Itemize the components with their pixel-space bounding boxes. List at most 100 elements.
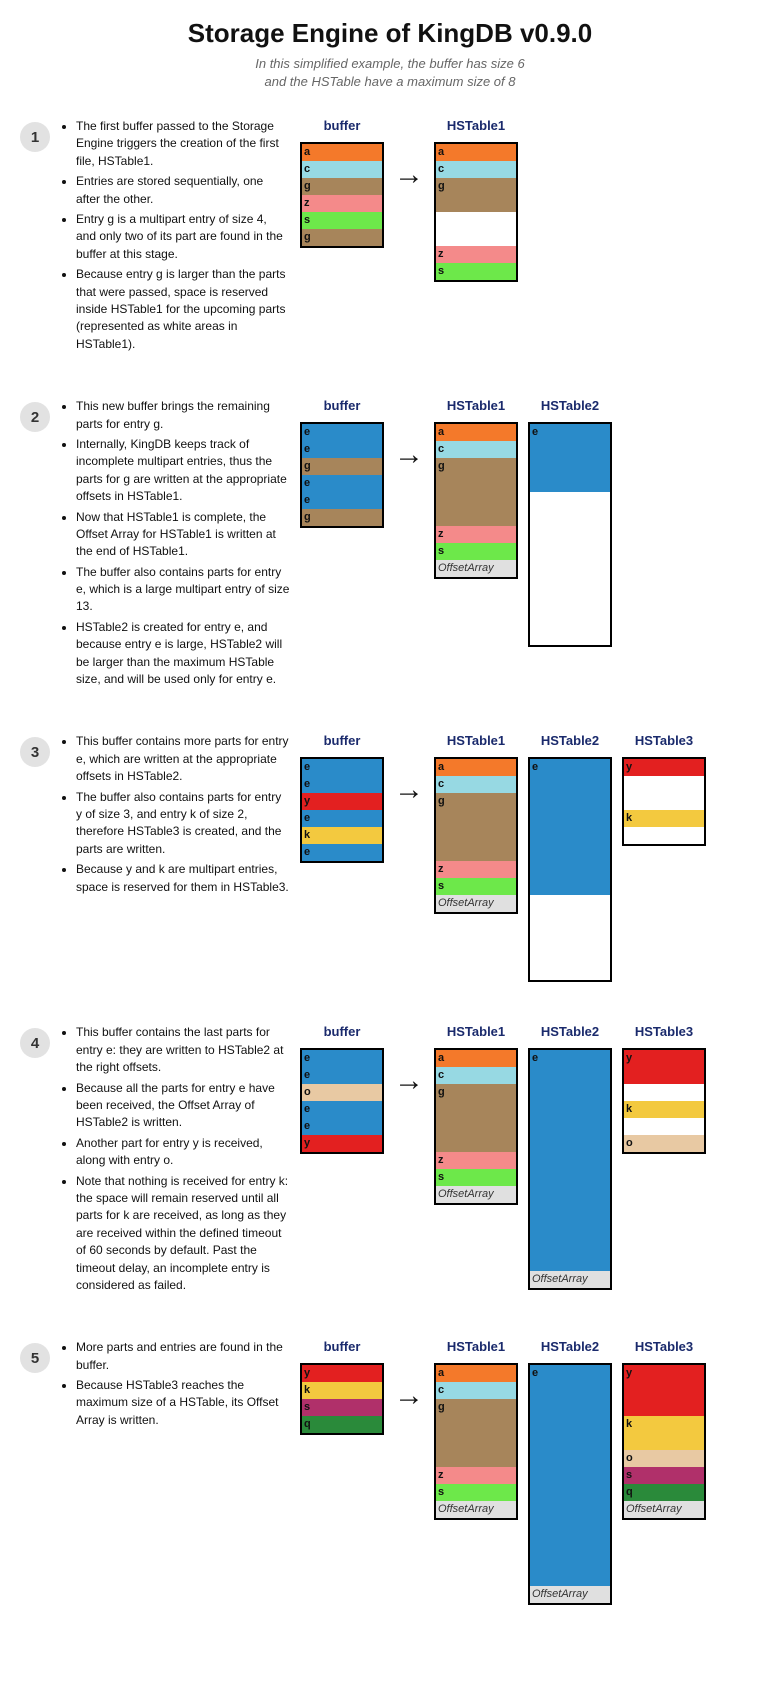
table-row: [530, 1382, 610, 1399]
table-row: [530, 1084, 610, 1101]
table-row: [530, 1433, 610, 1450]
table-row: e: [530, 1050, 610, 1067]
table-row: [624, 1433, 704, 1450]
table-row: OffsetArray: [436, 560, 516, 577]
step-text: This buffer contains the last parts for …: [60, 1024, 290, 1297]
table-row: [530, 1552, 610, 1569]
table-row: [530, 1535, 610, 1552]
table-row: k: [302, 827, 382, 844]
bullet: The buffer also contains parts for entry…: [76, 564, 290, 616]
table-row: g: [436, 458, 516, 475]
hstable2-label: HSTable2: [541, 398, 599, 414]
table-row: OffsetArray: [530, 1586, 610, 1603]
table-row: [436, 475, 516, 492]
buffer-label: buffer: [324, 1339, 361, 1355]
buffer-table: eeoeey: [300, 1048, 384, 1154]
table-row: [530, 475, 610, 492]
table-row: q: [302, 1416, 382, 1433]
table-row: q: [624, 1484, 704, 1501]
table-row: z: [436, 1152, 516, 1169]
table-row: [436, 509, 516, 526]
hstable3-label: HSTable3: [635, 733, 693, 749]
table-row: [530, 1484, 610, 1501]
table-row: [530, 1399, 610, 1416]
table-row: e: [302, 1067, 382, 1084]
table-row: [436, 1433, 516, 1450]
table-row: [530, 509, 610, 526]
table-row: OffsetArray: [436, 895, 516, 912]
table-row: [530, 1169, 610, 1186]
step-text: More parts and entries are found in the …: [60, 1339, 290, 1432]
bullet: The first buffer passed to the Storage E…: [76, 118, 290, 170]
table-row: [624, 1382, 704, 1399]
arrow-icon: →: [394, 1381, 424, 1411]
table-row: [436, 1135, 516, 1152]
table-row: [530, 1203, 610, 1220]
diagram: buffereeyeke→HSTable1acgzsOffsetArrayHST…: [300, 733, 706, 982]
bullet: Entry g is a multipart entry of size 4, …: [76, 211, 290, 263]
step-3: 3This buffer contains more parts for ent…: [20, 733, 760, 982]
step-4: 4This buffer contains the last parts for…: [20, 1024, 760, 1297]
buffer-column: bufferyksq: [300, 1339, 384, 1435]
hstable3-table: ykosqOffsetArray: [622, 1363, 706, 1520]
table-row: [530, 1118, 610, 1135]
table-row: g: [302, 509, 382, 526]
table-row: OffsetArray: [530, 1271, 610, 1288]
table-row: [436, 810, 516, 827]
table-row: g: [302, 458, 382, 475]
table-row: g: [436, 1084, 516, 1101]
hstable3-column: HSTable3ykosqOffsetArray: [622, 1339, 706, 1520]
table-row: [530, 628, 610, 645]
hstable3-column: HSTable3yko: [622, 1024, 706, 1154]
table-row: y: [302, 793, 382, 810]
table-row: a: [436, 1050, 516, 1067]
buffer-column: buffereeoeey: [300, 1024, 384, 1154]
table-row: e: [302, 475, 382, 492]
hstable1-table: acgzsOffsetArray: [434, 422, 518, 579]
buffer-label: buffer: [324, 733, 361, 749]
table-row: [530, 577, 610, 594]
hstable2-label: HSTable2: [541, 1339, 599, 1355]
table-row: s: [436, 263, 516, 280]
table-row: e: [302, 776, 382, 793]
step-number: 5: [20, 1343, 50, 1373]
table-row: [624, 827, 704, 844]
table-row: [436, 212, 516, 229]
bullet: Now that HSTable1 is complete, the Offse…: [76, 509, 290, 561]
steps-container: 1The first buffer passed to the Storage …: [20, 118, 760, 1605]
hstable1-table: acgzsOffsetArray: [434, 757, 518, 914]
table-row: z: [436, 526, 516, 543]
subtitle: In this simplified example, the buffer h…: [20, 55, 760, 90]
table-row: e: [302, 492, 382, 509]
table-row: c: [436, 1382, 516, 1399]
table-row: [436, 827, 516, 844]
hstable2-column: HSTable2eOffsetArray: [528, 1339, 612, 1605]
table-row: [530, 492, 610, 509]
table-row: k: [624, 810, 704, 827]
hstable2-label: HSTable2: [541, 1024, 599, 1040]
table-row: [436, 1416, 516, 1433]
table-row: [530, 929, 610, 946]
table-row: [436, 1118, 516, 1135]
table-row: [436, 492, 516, 509]
table-row: a: [302, 144, 382, 161]
table-row: [530, 776, 610, 793]
bullet: Because HSTable3 reaches the maximum siz…: [76, 1377, 290, 1429]
table-row: [436, 229, 516, 246]
buffer-label: buffer: [324, 118, 361, 134]
table-row: z: [436, 1467, 516, 1484]
hstable3-table: yk: [622, 757, 706, 846]
table-row: k: [624, 1101, 704, 1118]
table-row: [624, 793, 704, 810]
bullet: Another part for entry y is received, al…: [76, 1135, 290, 1170]
hstable1-label: HSTable1: [447, 733, 505, 749]
hstable1-table: acgzs: [434, 142, 518, 282]
hstable2-column: HSTable2 e OffsetArray: [528, 1024, 612, 1290]
table-row: [624, 1067, 704, 1084]
table-row: [530, 1569, 610, 1586]
diagram: buffereegeeg→HSTable1acgzsOffsetArrayHST…: [300, 398, 612, 647]
bullet: Because entry g is larger than the parts…: [76, 266, 290, 353]
table-row: [530, 963, 610, 980]
table-row: g: [302, 178, 382, 195]
table-row: OffsetArray: [624, 1501, 704, 1518]
